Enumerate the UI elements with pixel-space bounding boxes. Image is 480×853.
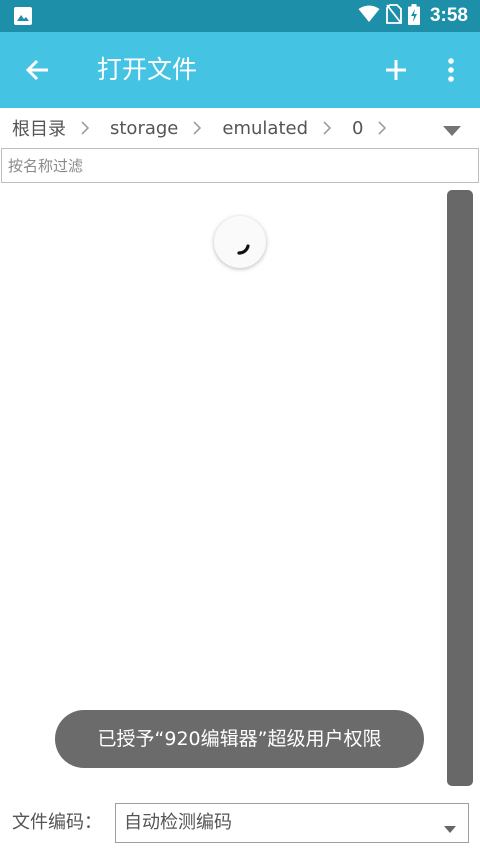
- status-bar: 3:58: [0, 0, 480, 32]
- loading-spinner-icon: [214, 216, 266, 268]
- chevron-right-icon: [314, 121, 340, 135]
- back-arrow-icon[interactable]: [22, 54, 54, 86]
- status-icons: 3:58: [358, 0, 468, 32]
- breadcrumb-item-0[interactable]: 0: [340, 118, 363, 139]
- file-list[interactable]: [0, 186, 446, 786]
- page-title: 打开文件: [97, 55, 198, 84]
- encoding-selected-value: 自动检测编码: [124, 812, 232, 833]
- scrollbar[interactable]: [447, 190, 473, 786]
- breadcrumb: 根目录 storage emulated 0: [0, 108, 480, 148]
- wifi-icon: [358, 5, 380, 27]
- add-icon[interactable]: [380, 54, 412, 86]
- status-time: 3:58: [429, 5, 468, 26]
- app-bar: 打开文件: [0, 32, 480, 108]
- breadcrumb-item-root[interactable]: 根目录: [0, 115, 66, 141]
- encoding-label: 文件编码：: [12, 812, 102, 833]
- gallery-icon: [14, 7, 32, 29]
- more-vert-icon[interactable]: [436, 54, 466, 86]
- chevron-right-icon: [369, 121, 395, 135]
- filter-input[interactable]: [1, 148, 479, 183]
- encoding-row: 文件编码： 自动检测编码: [0, 802, 480, 844]
- chevron-right-icon: [184, 121, 210, 135]
- toast-message: 已授予“920编辑器”超级用户权限: [55, 710, 424, 768]
- breadcrumb-item-emulated[interactable]: emulated: [210, 118, 308, 139]
- chevron-right-icon: [72, 121, 98, 135]
- breadcrumb-item-storage[interactable]: storage: [98, 118, 178, 139]
- caret-down-icon: [444, 819, 456, 833]
- battery-charging-icon: [407, 3, 420, 29]
- no-sim-icon: [386, 4, 402, 28]
- caret-down-icon[interactable]: [442, 122, 462, 136]
- encoding-select[interactable]: 自动检测编码: [115, 803, 469, 843]
